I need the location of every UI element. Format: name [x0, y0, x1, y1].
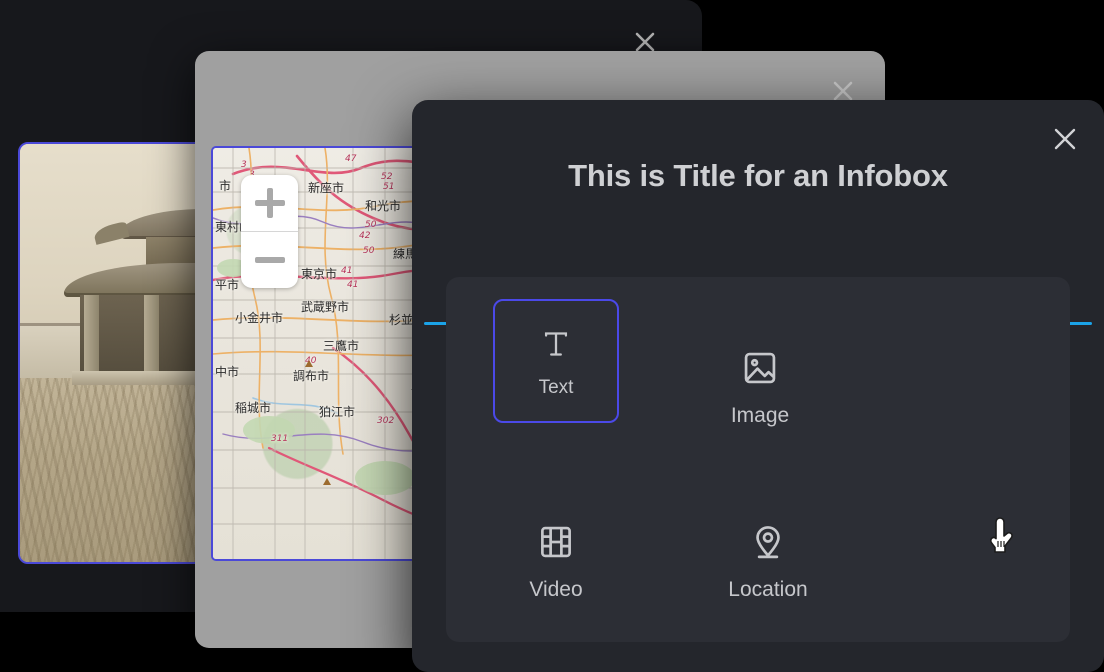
map-peak-marker — [323, 478, 331, 485]
infobox-close-button[interactable] — [1048, 122, 1082, 156]
map-road-number: 50 — [365, 220, 377, 230]
content-type-grid: Text Image Video Location — [446, 299, 1070, 672]
screen: 市新座市和光市東村山練馬市東京市平市武蔵野市小金井市杉並区三鷹市中市調布市世稲城… — [0, 0, 1104, 672]
map-zoom-out-button[interactable] — [241, 231, 298, 288]
content-type-table[interactable]: Table — [454, 647, 658, 672]
map-road-number: 51 — [383, 182, 395, 192]
map-road-number: 311 — [271, 434, 289, 444]
map-road-number: 41 — [341, 266, 353, 276]
map-place-label: 市 — [219, 179, 232, 193]
map-pin-icon — [749, 521, 787, 563]
map-place-label: 和光市 — [365, 199, 402, 213]
film-strip-icon — [537, 521, 575, 563]
map-road-number: 302 — [377, 416, 395, 426]
map-road-number: 42 — [359, 231, 371, 241]
content-type-panel: Text Image Video Location — [446, 277, 1070, 642]
content-type-text[interactable]: Text — [493, 299, 619, 423]
plus-icon — [254, 188, 285, 218]
map-road-number: 47 — [345, 154, 357, 164]
content-type-video[interactable]: Video — [454, 473, 658, 647]
infobox-title: This is Title for an Infobox — [568, 158, 948, 193]
map-place-label: 武蔵野市 — [301, 300, 350, 314]
map-zoom-in-button[interactable] — [241, 175, 298, 231]
minus-icon — [254, 245, 285, 275]
map-road-number: 41 — [347, 280, 359, 290]
map-place-label: 三鷹市 — [323, 339, 360, 353]
content-type-label: Video — [529, 577, 583, 601]
text-format-icon — [539, 326, 573, 362]
map-place-label: 調布市 — [293, 369, 330, 383]
map-place-label: 中市 — [215, 365, 240, 379]
map-peak-marker — [305, 360, 313, 367]
infobox-modal: This is Title for an Infobox Text Image … — [412, 100, 1104, 672]
map-place-label: 新座市 — [308, 181, 345, 195]
map-road-number: 50 — [363, 246, 375, 256]
content-type-label: Image — [730, 403, 790, 427]
map-road-number: 52 — [381, 172, 393, 182]
content-type-label: Text — [538, 376, 574, 398]
content-type-image[interactable]: Image — [658, 299, 862, 473]
close-icon — [1054, 128, 1076, 150]
content-type-label: Location — [728, 577, 808, 601]
map-place-label: 稲城市 — [235, 401, 272, 415]
map-zoom-controls[interactable] — [241, 175, 298, 288]
image-icon — [741, 347, 779, 389]
content-type-location[interactable]: Location — [666, 473, 870, 647]
map-place-label: 平市 — [215, 278, 240, 292]
map-place-label: 小金井市 — [235, 311, 284, 325]
map-place-label: 東京市 — [301, 267, 338, 281]
map-road-number: 3 — [241, 160, 247, 170]
grid-spacer — [658, 647, 858, 672]
map-place-label: 狛江市 — [319, 405, 356, 419]
